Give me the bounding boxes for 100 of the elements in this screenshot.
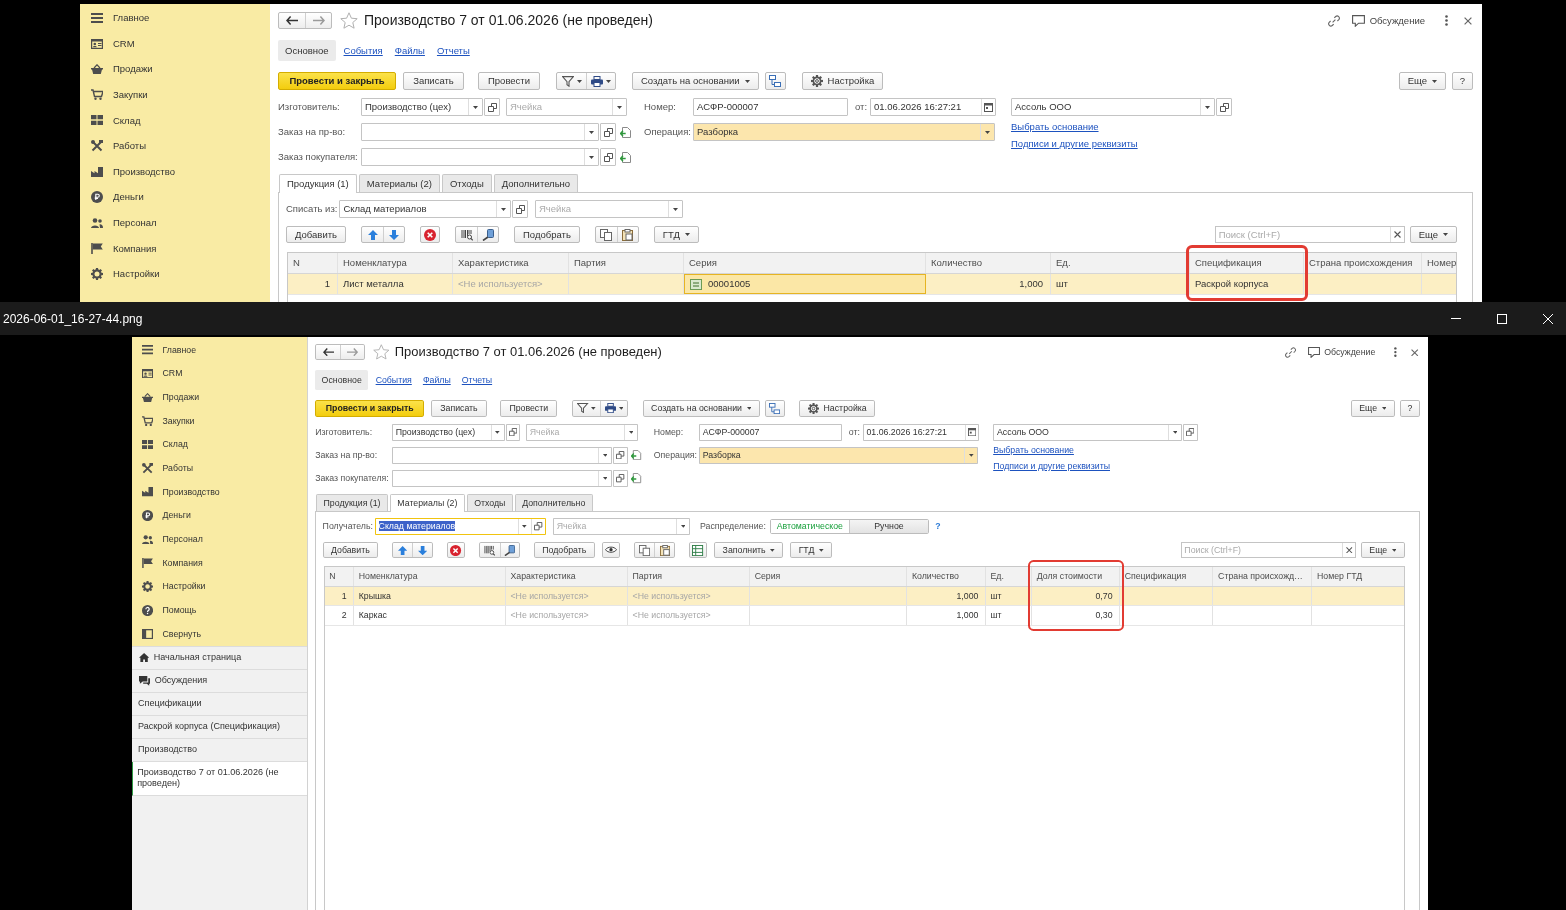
select-field[interactable]: Ассоль ООО [1011,98,1215,116]
open-button[interactable] [530,519,546,534]
menu-button[interactable]: ГТД [790,542,832,558]
sidebar-item[interactable]: Главное [132,338,307,362]
sidebar-item[interactable]: Персонал [80,209,270,236]
column-header[interactable]: Ед. [1051,253,1190,273]
text-link[interactable]: Подписи и другие реквизиты [1011,137,1138,150]
date-field[interactable]: 01.06.2026 16:27:21 [862,423,980,441]
help-button[interactable]: ? [1452,72,1473,90]
sidebar-item[interactable]: CRM [132,361,307,386]
open-button[interactable] [484,98,500,116]
sidebar-item[interactable]: Продажи [80,56,270,82]
sidebar-item[interactable]: Свернуть [132,622,307,646]
column-header[interactable]: Страна происхождения [1304,253,1422,273]
input-field[interactable]: АСФР-000007 [693,98,848,116]
column-header[interactable]: Характеристика [453,253,569,273]
sidebar-item[interactable]: Настройки [80,261,270,287]
column-header[interactable]: Количество [907,567,986,586]
section-tab[interactable]: Файлы [419,370,455,390]
more-button[interactable]: Еще [1398,72,1446,90]
open-window-tab[interactable]: Раскрой корпуса (Спецификация) [132,715,307,739]
column-header[interactable]: Номенклатура [338,253,453,273]
section-tab[interactable]: Основное [315,370,369,390]
delete-button[interactable] [420,226,440,243]
tab[interactable]: Материалы (2) [389,494,465,512]
toggle-option[interactable]: Ручное [849,519,928,534]
select-field[interactable] [361,123,599,141]
text-link[interactable]: Выбрать основание [1011,120,1099,133]
sidebar-item[interactable]: Производство [80,158,270,185]
open-window-tab[interactable]: Начальная страница [132,646,307,670]
post-button[interactable]: Провести [478,72,540,90]
save-button[interactable]: Записать [430,399,488,417]
tab[interactable]: Продукция (1) [279,174,357,193]
tab[interactable]: Отходы [441,174,492,192]
date-field[interactable]: 01.06.2026 16:27:21 [870,98,996,116]
open-window-tab[interactable]: Спецификации [132,692,307,716]
select-field[interactable] [361,148,599,166]
calendar-button[interactable] [965,424,979,440]
select-field[interactable]: Склад материалов [374,518,547,535]
help-link[interactable]: ? [935,521,941,532]
save-button[interactable]: Записать [403,72,464,90]
structure-button[interactable] [765,399,785,417]
open-button[interactable] [512,200,528,218]
create-based-on-button[interactable]: Создать на основании [632,72,759,90]
spreadsheet-button[interactable] [688,542,708,558]
sidebar-item[interactable]: Компания [80,235,270,262]
sidebar-item[interactable]: Склад [80,107,270,134]
structure-button[interactable] [764,72,786,90]
column-header[interactable]: Серия [750,567,908,586]
open-window-tab[interactable]: Обсуждения [132,669,307,693]
sidebar-item[interactable]: Склад [132,432,307,457]
document-arrow-icon[interactable] [620,126,631,138]
column-header[interactable]: Спецификация [1190,253,1304,273]
post-and-close-button[interactable]: Провести и закрыть [278,72,396,90]
section-tab[interactable]: Отчеты [432,40,474,61]
table-row[interactable]: 1 Лист металла <Не используется> 00001005 1,000 шт Раскрой корпуса [288,274,1456,295]
select-field[interactable]: Ассоль ООО [993,423,1182,441]
column-header[interactable]: Партия [569,253,684,273]
column-header[interactable]: Номер [1422,253,1456,273]
document-arrow-icon[interactable] [631,473,642,484]
open-window-tab[interactable]: Производство [132,738,307,762]
sidebar-item[interactable]: Производство [132,480,307,504]
toolbar-button[interactable]: Добавить [322,542,379,558]
column-header[interactable]: Серия [684,253,926,273]
column-header[interactable]: Номенклатура [354,567,506,586]
sidebar-item[interactable]: Главное [80,5,270,31]
sidebar-item[interactable]: Продажи [132,385,307,410]
document-arrow-icon[interactable] [631,450,642,461]
document-arrow-icon[interactable] [620,151,631,163]
section-tab[interactable]: Файлы [390,40,429,61]
tab[interactable]: Дополнительно [514,494,593,511]
table-row[interactable]: 2 Каркас <Не используется> <Не используется> 1,000 шт 0,30 [324,606,1404,626]
column-header[interactable]: Ед. [985,567,1033,586]
more-button[interactable]: Еще [1350,399,1395,417]
open-window-tab[interactable]: Производство 7 от 01.06.2026 (не проведен) [132,761,307,796]
column-header[interactable]: N [288,253,338,273]
post-and-close-button[interactable]: Провести и закрыть [315,399,425,417]
toolbar-button[interactable]: Подобрать [533,542,595,558]
clear-button[interactable] [1389,227,1404,242]
column-header[interactable]: Количество [926,253,1051,273]
discussion-button[interactable]: Обсуждение [1351,12,1425,29]
select-field[interactable]: Разборка [699,447,979,464]
tab[interactable]: Продукция (1) [316,494,388,511]
cell-editor[interactable]: 00001005 [684,274,926,294]
column-header[interactable]: Характеристика [505,567,628,586]
tab[interactable]: Дополнительно [493,174,579,192]
text-link[interactable]: Подписи и другие реквизиты [993,459,1110,472]
sidebar-item[interactable]: Деньги [132,503,307,528]
column-header[interactable]: N [324,567,355,586]
select-field[interactable]: Склад материалов [339,200,511,218]
menu-button[interactable]: Заполнить [714,542,784,558]
column-header[interactable]: Партия [627,567,750,586]
sidebar-item[interactable]: Закупки [80,81,270,108]
tab[interactable]: Отходы [466,494,513,511]
select-field[interactable] [391,447,613,464]
section-tab[interactable]: Основное [278,40,336,61]
settings-button[interactable]: Настройка [801,72,884,90]
sidebar-item[interactable]: Закупки [132,409,307,433]
open-button[interactable] [612,470,628,487]
toolbar-button[interactable]: Подобрать [514,226,580,243]
